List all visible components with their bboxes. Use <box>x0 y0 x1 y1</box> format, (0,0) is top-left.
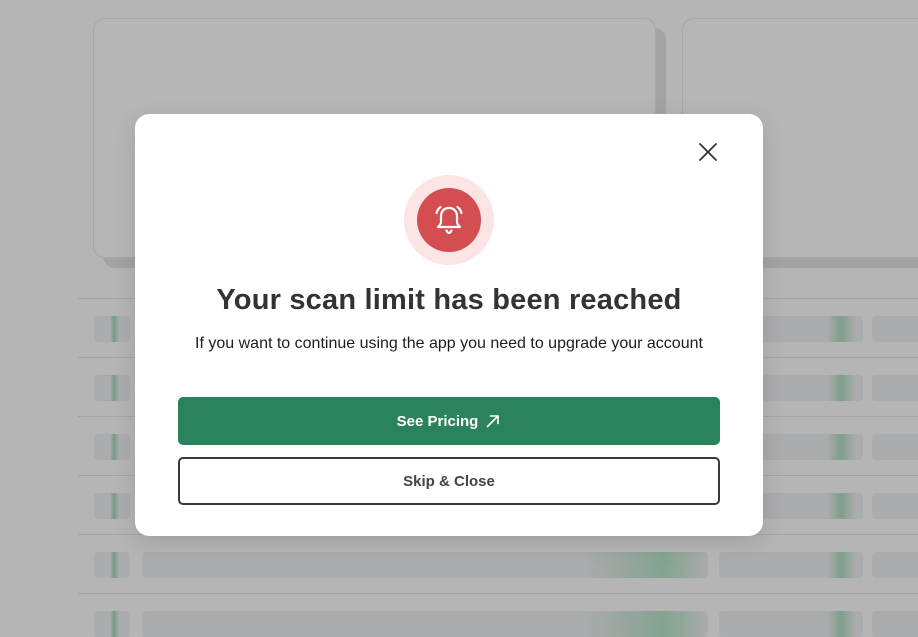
close-icon <box>699 143 717 161</box>
see-pricing-label: See Pricing <box>396 412 479 430</box>
modal-title: Your scan limit has been reached <box>216 284 682 316</box>
alert-badge <box>404 175 494 265</box>
scan-limit-modal: Your scan limit has been reached If you … <box>135 114 763 536</box>
close-button[interactable] <box>692 136 724 168</box>
modal-message: If you want to continue using the app yo… <box>195 335 703 352</box>
skip-close-label: Skip & Close <box>403 472 495 490</box>
alarm-bell-icon <box>435 205 463 234</box>
skip-close-button[interactable]: Skip & Close <box>178 457 720 505</box>
see-pricing-button[interactable]: See Pricing <box>178 397 720 445</box>
external-arrow-icon <box>487 415 500 428</box>
